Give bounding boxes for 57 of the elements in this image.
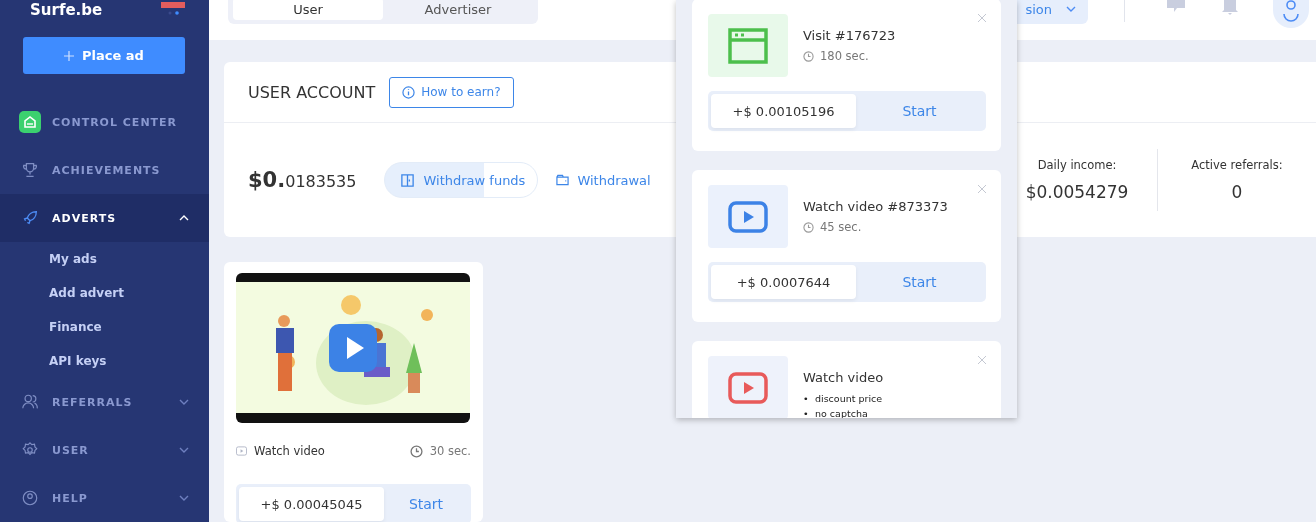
info-icon bbox=[402, 85, 416, 99]
stat-label: Active referrals: bbox=[1191, 158, 1283, 172]
people-icon bbox=[19, 393, 41, 411]
nav-item[interactable]: CONTROL CENTER bbox=[0, 98, 209, 146]
duration-label: 30 sec. bbox=[429, 444, 471, 458]
logo[interactable]: Surfe.be bbox=[30, 0, 103, 20]
ad-type-label: Watch video bbox=[254, 444, 325, 458]
withdraw-button[interactable]: Withdraw funds bbox=[384, 162, 539, 198]
task-title: Watch video #873373 bbox=[803, 199, 948, 214]
clock-icon bbox=[409, 444, 423, 458]
browser-window-icon bbox=[728, 27, 768, 64]
close-icon[interactable] bbox=[978, 14, 986, 22]
nav-item[interactable]: ADVERTS bbox=[0, 194, 209, 242]
clock-icon bbox=[803, 50, 814, 62]
video-icon bbox=[236, 446, 247, 456]
reward-amount: +$ 0.0007644 bbox=[711, 265, 856, 299]
withdrawal-history-link[interactable]: Withdrawal bbox=[556, 172, 651, 188]
user-avatar-icon[interactable] bbox=[1273, 0, 1309, 28]
stat-value: 0 bbox=[1231, 182, 1243, 202]
submenu-item[interactable]: Add advert bbox=[0, 276, 209, 310]
task-title: Watch video bbox=[803, 370, 884, 385]
submenu-item[interactable]: API keys bbox=[0, 344, 209, 378]
close-icon[interactable] bbox=[978, 356, 986, 364]
nav-item[interactable]: USER bbox=[0, 426, 209, 474]
feature-item: • discount price bbox=[803, 392, 884, 406]
how-to-earn-button[interactable]: How to earn? bbox=[389, 76, 514, 108]
nav-item[interactable]: HELP bbox=[0, 474, 209, 522]
nav-item[interactable]: REFERRALS bbox=[0, 378, 209, 426]
submenu-item[interactable]: My ads bbox=[0, 242, 209, 276]
folder-icon bbox=[556, 174, 570, 186]
nav-item[interactable]: ACHIEVEMENTS bbox=[0, 146, 209, 194]
clock-icon bbox=[803, 221, 814, 233]
stat-value: $0.0054279 bbox=[1025, 182, 1129, 202]
play-button[interactable] bbox=[329, 324, 377, 372]
home-icon bbox=[19, 111, 41, 133]
play-icon bbox=[728, 371, 768, 404]
task-title: Visit #176723 bbox=[803, 28, 896, 43]
plus-icon bbox=[64, 50, 75, 61]
start-button[interactable]: Start bbox=[856, 265, 983, 299]
close-icon[interactable] bbox=[978, 185, 986, 193]
duration-label: 45 sec. bbox=[803, 220, 948, 234]
stat-label: Daily income: bbox=[1037, 158, 1117, 172]
tab[interactable]: Advertiser bbox=[383, 0, 533, 20]
reward-amount: +$ 0.00105196 bbox=[711, 94, 856, 128]
start-button[interactable]: Start bbox=[384, 487, 468, 521]
place-ad-button[interactable]: Place ad bbox=[23, 37, 185, 74]
start-button[interactable]: Start bbox=[856, 94, 983, 128]
play-icon bbox=[728, 200, 768, 233]
caret-icon bbox=[1066, 6, 1076, 12]
door-icon bbox=[400, 172, 416, 188]
card-title: USER ACCOUNT bbox=[248, 82, 376, 102]
submenu-item[interactable]: Finance bbox=[0, 310, 209, 344]
tab[interactable]: User bbox=[233, 0, 383, 20]
reward-amount: +$ 0.00045045 bbox=[239, 487, 384, 521]
balance-amount: $0.0183535 bbox=[248, 168, 357, 192]
duration-label: 180 sec. bbox=[803, 49, 896, 63]
flag-icon[interactable] bbox=[161, 2, 185, 16]
